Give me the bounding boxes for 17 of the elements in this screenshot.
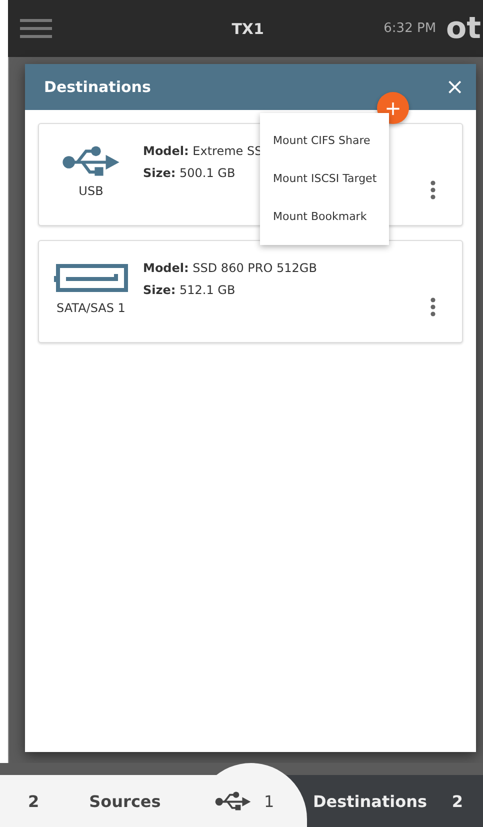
device-title: TX1 xyxy=(230,20,265,38)
device-type-label: SATA/SAS 1 xyxy=(56,301,126,315)
drive-port-icon xyxy=(54,264,128,292)
clock-time: 6:32 PM xyxy=(384,21,436,36)
more-options-icon[interactable] xyxy=(430,180,436,200)
logo: ot xyxy=(446,11,481,46)
dialog-title: Destinations xyxy=(44,78,152,96)
close-button[interactable]: × xyxy=(446,74,464,100)
menu-item[interactable]: Mount ISCSI Target xyxy=(260,159,389,197)
size-text: Size: 512.1 GB xyxy=(143,283,236,297)
menu-item[interactable]: Mount CIFS Share xyxy=(260,121,389,159)
size-text: Size: 500.1 GB xyxy=(143,166,236,180)
menu-icon[interactable] xyxy=(20,18,52,38)
device-type-label: USB xyxy=(78,184,104,198)
device-card[interactable]: SATA/SAS 1 Model: SSD 860 PRO 512GB Size: 512.1 GB xyxy=(38,240,463,343)
more-options-icon[interactable] xyxy=(430,297,436,317)
model-text: Model: SSD 860 PRO 512GB xyxy=(143,261,317,275)
